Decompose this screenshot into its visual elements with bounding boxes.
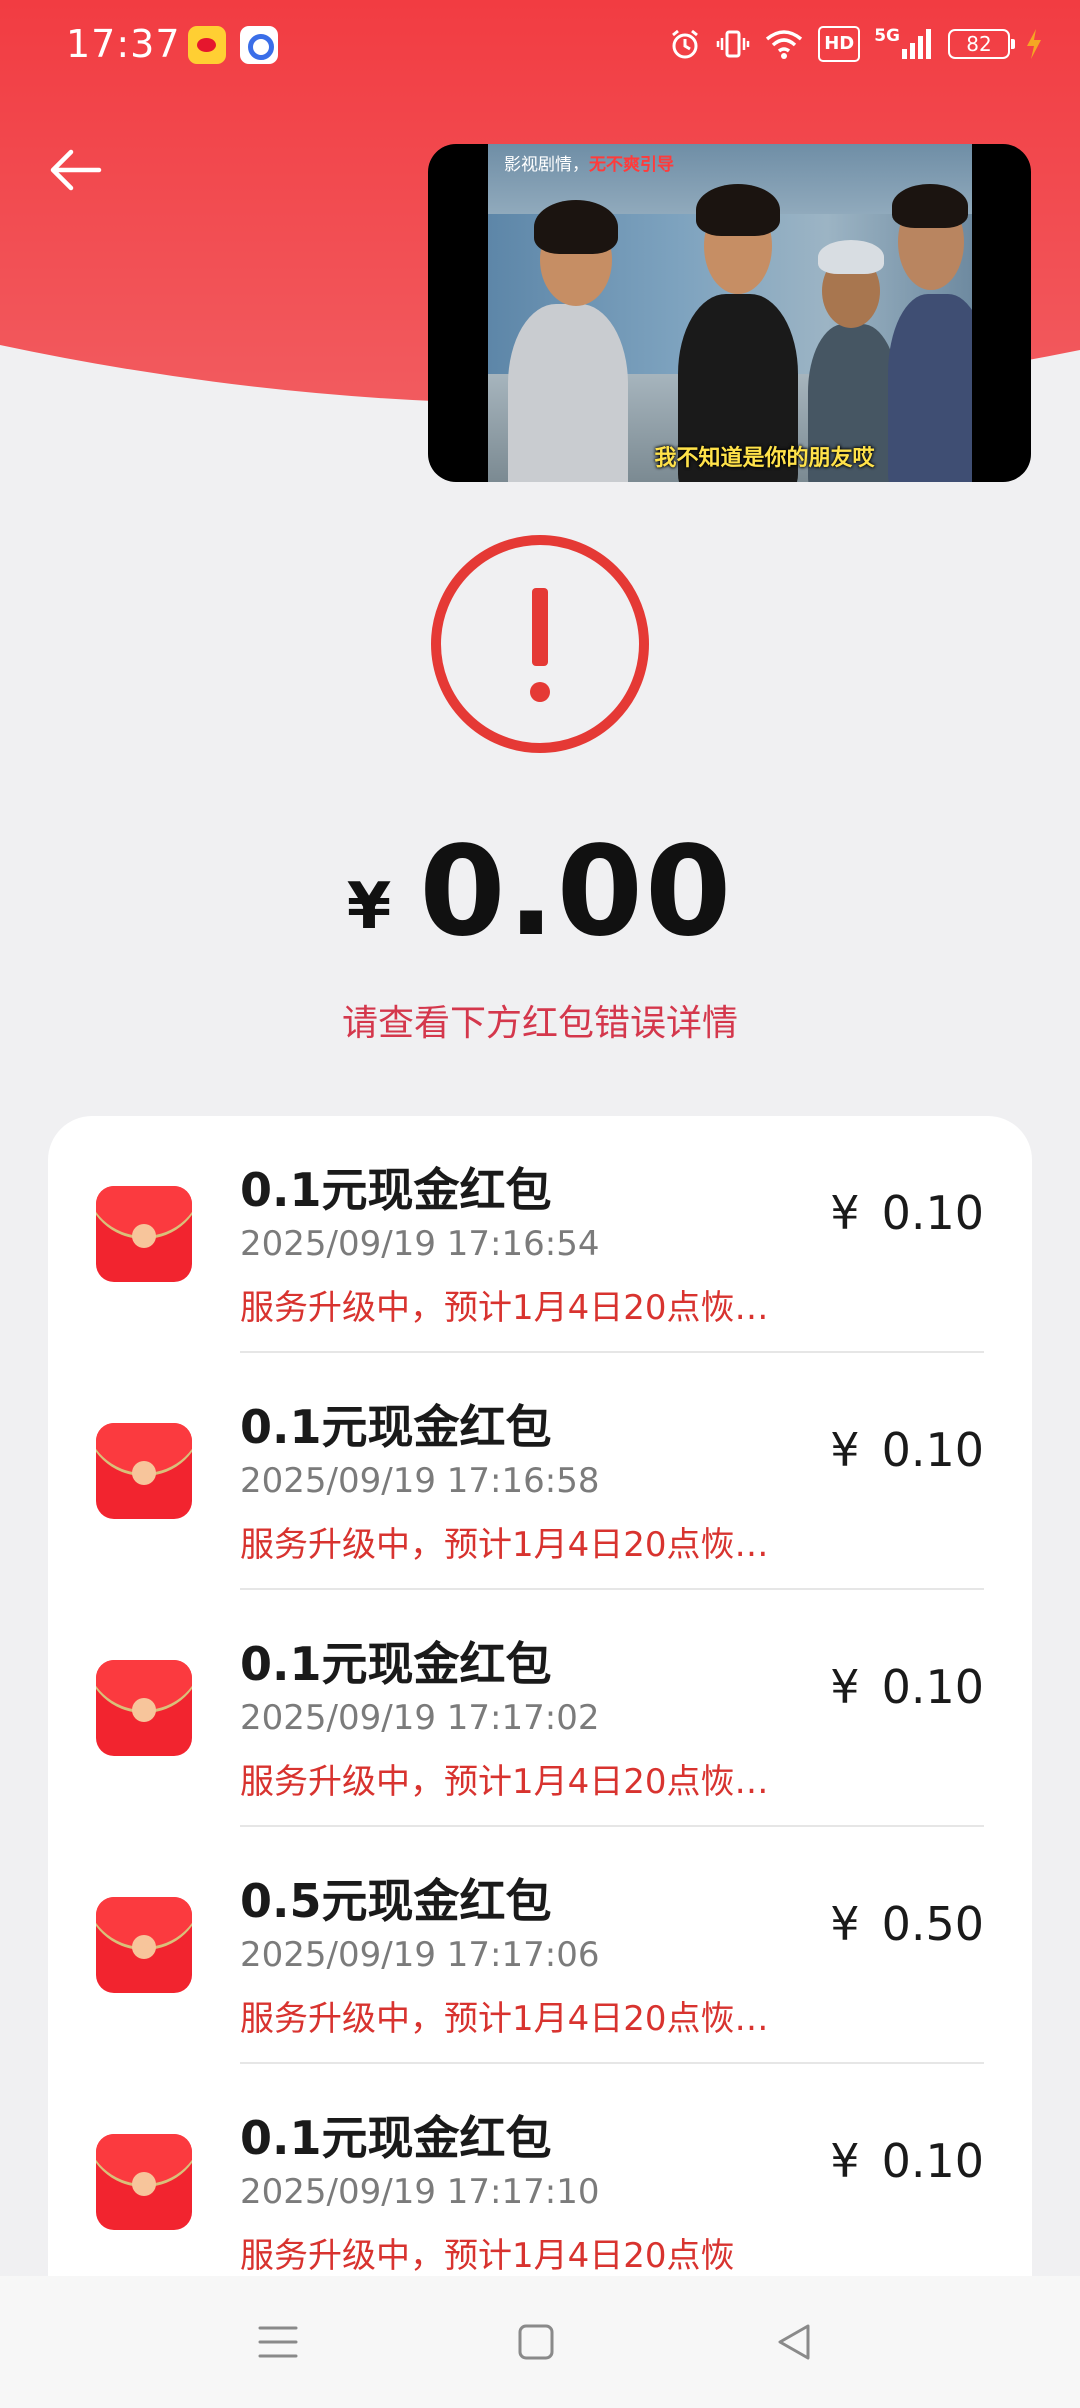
item-amount: ¥0.10 bbox=[830, 1186, 984, 1240]
signal-icon: 5G bbox=[874, 26, 934, 62]
item-title: 0.1元现金红包 bbox=[240, 2111, 552, 2165]
list-item[interactable]: 0.1元现金红包 2025/09/19 17:17:02 服务升级中，预计1月4… bbox=[48, 1590, 1032, 1827]
network-type: 5G bbox=[874, 26, 900, 46]
charging-icon bbox=[1024, 26, 1044, 62]
screen: 17:37 HD 5G 82 影视剧情，无不爽引导 我不知道是你的朋友哎 ¥ 0… bbox=[0, 0, 1080, 2408]
item-currency: ¥ bbox=[830, 1423, 860, 1477]
browser-notification-icon bbox=[240, 26, 278, 64]
menu-button[interactable] bbox=[246, 2310, 310, 2374]
status-time: 17:37 bbox=[66, 22, 181, 66]
vibrate-icon bbox=[716, 26, 750, 62]
video-frame bbox=[488, 144, 972, 482]
item-amount: ¥0.10 bbox=[830, 1423, 984, 1477]
item-currency: ¥ bbox=[830, 2134, 860, 2188]
amount-value: 0.00 bbox=[419, 820, 734, 964]
item-amount: ¥0.10 bbox=[830, 2134, 984, 2188]
system-navigation-bar bbox=[0, 2276, 1080, 2408]
item-amount: ¥0.50 bbox=[830, 1897, 984, 1951]
item-amount: ¥0.10 bbox=[830, 1660, 984, 1714]
triangle-back-icon bbox=[778, 2324, 810, 2360]
currency-symbol: ¥ bbox=[346, 870, 392, 944]
item-title: 0.1元现金红包 bbox=[240, 1637, 552, 1691]
error-hint: 请查看下方红包错误详情 bbox=[341, 1003, 738, 1044]
item-amount-value: 0.10 bbox=[881, 1423, 984, 1477]
video-subtitle: 我不知道是你的朋友哎 bbox=[654, 445, 875, 471]
red-envelope-icon bbox=[96, 1186, 192, 1282]
item-amount-value: 0.10 bbox=[881, 2134, 984, 2188]
item-time: 2025/09/19 17:16:54 bbox=[240, 1224, 600, 1264]
list-item[interactable]: 0.1元现金红包 2025/09/19 17:17:10 服务升级中，预计1月4… bbox=[48, 2064, 1032, 2301]
wifi-icon bbox=[764, 26, 804, 62]
hd-badge: HD bbox=[818, 26, 861, 62]
item-status: 服务升级中，预计1月4日20点恢… bbox=[240, 1762, 769, 1802]
list-item[interactable]: 0.1元现金红包 2025/09/19 17:16:54 服务升级中，预计1月4… bbox=[48, 1116, 1032, 1353]
item-time: 2025/09/19 17:17:10 bbox=[240, 2172, 600, 2212]
item-title: 0.1元现金红包 bbox=[240, 1400, 552, 1454]
item-title: 0.1元现金红包 bbox=[240, 1163, 552, 1217]
red-envelope-icon bbox=[96, 1423, 192, 1519]
item-amount-value: 0.50 bbox=[881, 1897, 984, 1951]
item-title: 0.5元现金红包 bbox=[240, 1874, 552, 1928]
item-amount-value: 0.10 bbox=[881, 1186, 984, 1240]
list-item[interactable]: 0.5元现金红包 2025/09/19 17:17:06 服务升级中，预计1月4… bbox=[48, 1827, 1032, 2064]
item-status: 服务升级中，预计1月4日20点恢… bbox=[240, 1288, 769, 1328]
weibo-notification-icon bbox=[188, 26, 226, 64]
video-title-prefix: 影视剧情， bbox=[504, 155, 589, 175]
item-time: 2025/09/19 17:16:58 bbox=[240, 1461, 600, 1501]
back-button[interactable] bbox=[40, 140, 110, 200]
red-envelope-icon bbox=[96, 2134, 192, 2230]
item-status: 服务升级中，预计1月4日20点恢 bbox=[240, 2236, 735, 2276]
red-envelope-list: 0.1元现金红包 2025/09/19 17:16:54 服务升级中，预计1月4… bbox=[48, 1116, 1032, 2408]
alarm-icon bbox=[668, 26, 702, 62]
red-envelope-icon bbox=[96, 1897, 192, 1993]
home-button[interactable] bbox=[504, 2310, 568, 2374]
video-title: 影视剧情，无不爽引导 bbox=[504, 150, 674, 175]
item-currency: ¥ bbox=[830, 1660, 860, 1714]
menu-icon bbox=[258, 2326, 298, 2358]
status-bar: 17:37 HD 5G 82 bbox=[0, 0, 1080, 96]
video-title-highlight: 无不爽引导 bbox=[589, 155, 674, 175]
item-amount-value: 0.10 bbox=[881, 1660, 984, 1714]
item-currency: ¥ bbox=[830, 1186, 860, 1240]
item-status: 服务升级中，预计1月4日20点恢… bbox=[240, 1999, 769, 2039]
floating-video-player[interactable]: 影视剧情，无不爽引导 我不知道是你的朋友哎 bbox=[428, 144, 1031, 482]
battery-indicator: 82 bbox=[948, 29, 1015, 59]
exclamation-circle-icon bbox=[428, 532, 652, 756]
item-time: 2025/09/19 17:17:02 bbox=[240, 1698, 600, 1738]
nav-back-button[interactable] bbox=[762, 2310, 826, 2374]
list-item[interactable]: 0.1元现金红包 2025/09/19 17:16:58 服务升级中，预计1月4… bbox=[48, 1353, 1032, 1590]
arrow-left-icon bbox=[50, 149, 102, 191]
item-status: 服务升级中，预计1月4日20点恢… bbox=[240, 1525, 769, 1565]
item-currency: ¥ bbox=[830, 1897, 860, 1951]
item-time: 2025/09/19 17:17:06 bbox=[240, 1935, 600, 1975]
total-amount: ¥0.00 bbox=[0, 820, 1080, 964]
status-icons: HD 5G 82 bbox=[668, 26, 1044, 62]
red-envelope-icon bbox=[96, 1660, 192, 1756]
square-icon bbox=[518, 2324, 554, 2360]
